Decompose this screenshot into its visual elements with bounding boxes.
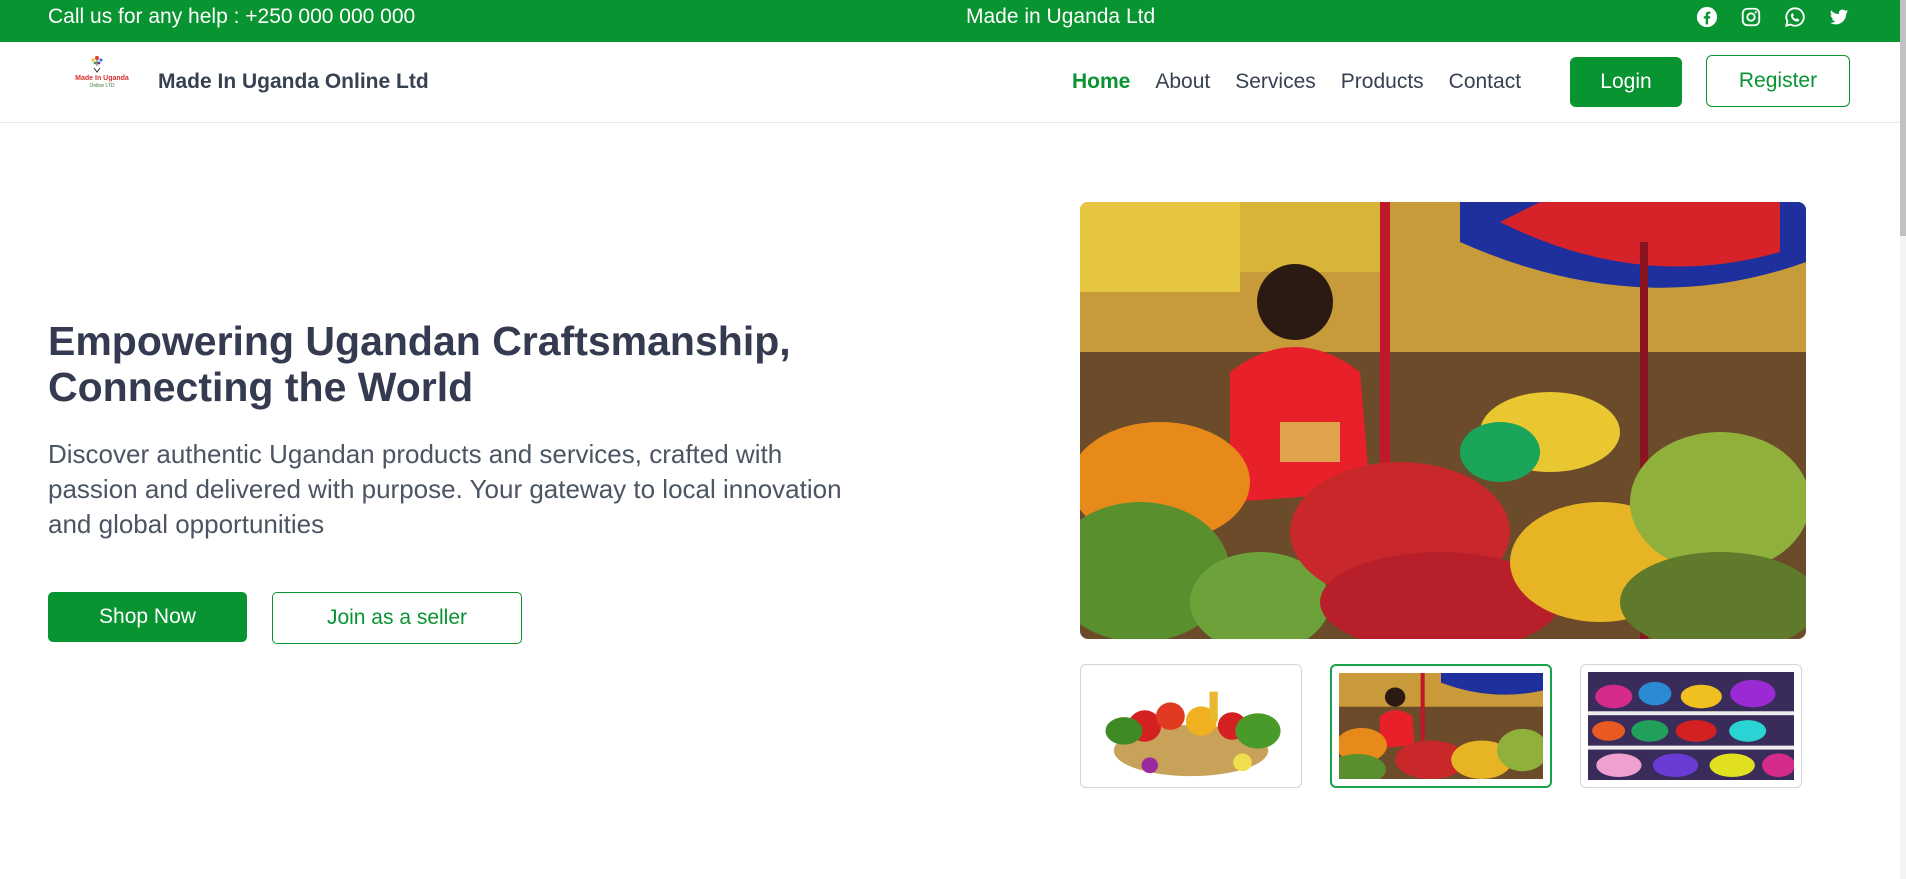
nav-products[interactable]: Products xyxy=(1341,70,1424,94)
nav-contact[interactable]: Contact xyxy=(1449,70,1521,94)
whatsapp-icon[interactable] xyxy=(1784,6,1806,28)
svg-text:Made In Uganda: Made In Uganda xyxy=(75,75,129,82)
hero-title: Empowering Ugandan Craftsmanship, Connec… xyxy=(48,318,868,410)
company-tagline: Made in Uganda Ltd xyxy=(966,5,1156,28)
hero-title-line-2: Connecting the World xyxy=(48,364,474,410)
twitter-icon[interactable] xyxy=(1828,6,1850,28)
crafts-baskets-image xyxy=(1588,672,1794,780)
primary-nav: Home About Services Products Contact xyxy=(1072,70,1546,94)
thumbnail-fruit-market[interactable] xyxy=(1330,664,1552,788)
svg-text:Online LTD: Online LTD xyxy=(90,83,115,89)
company-logo[interactable]: Made In Uganda Online LTD xyxy=(72,54,132,92)
join-seller-button[interactable]: Join as a seller xyxy=(272,592,522,644)
shop-now-button[interactable]: Shop Now xyxy=(48,592,247,642)
hero-main-image xyxy=(1080,202,1806,639)
main-navbar: Made In Uganda Online LTD Made In Uganda… xyxy=(0,42,1900,123)
help-phone-text: Call us for any help : +250 000 000 000 xyxy=(48,5,416,28)
register-button[interactable]: Register xyxy=(1706,55,1850,107)
nav-services[interactable]: Services xyxy=(1235,70,1316,94)
nav-home[interactable]: Home xyxy=(1072,70,1130,94)
vegetable-basket-image xyxy=(1088,672,1294,780)
facebook-icon[interactable] xyxy=(1696,6,1718,28)
scrollbar-thumb[interactable] xyxy=(1900,0,1906,236)
instagram-icon[interactable] xyxy=(1740,6,1762,28)
thumbnail-crafts[interactable] xyxy=(1580,664,1802,788)
social-links xyxy=(1696,6,1850,28)
fruit-market-image xyxy=(1339,673,1543,779)
site-name[interactable]: Made In Uganda Online Ltd xyxy=(158,70,429,94)
hero-title-line-1: Empowering Ugandan Craftsmanship, xyxy=(48,318,791,364)
login-button[interactable]: Login xyxy=(1570,57,1682,107)
page-scrollbar[interactable] xyxy=(1900,0,1906,879)
hero-subtitle: Discover authentic Ugandan products and … xyxy=(48,439,842,539)
top-contact-bar: Call us for any help : +250 000 000 000 … xyxy=(0,0,1900,42)
nav-about[interactable]: About xyxy=(1155,70,1210,94)
thumbnail-vegetables[interactable] xyxy=(1080,664,1302,788)
